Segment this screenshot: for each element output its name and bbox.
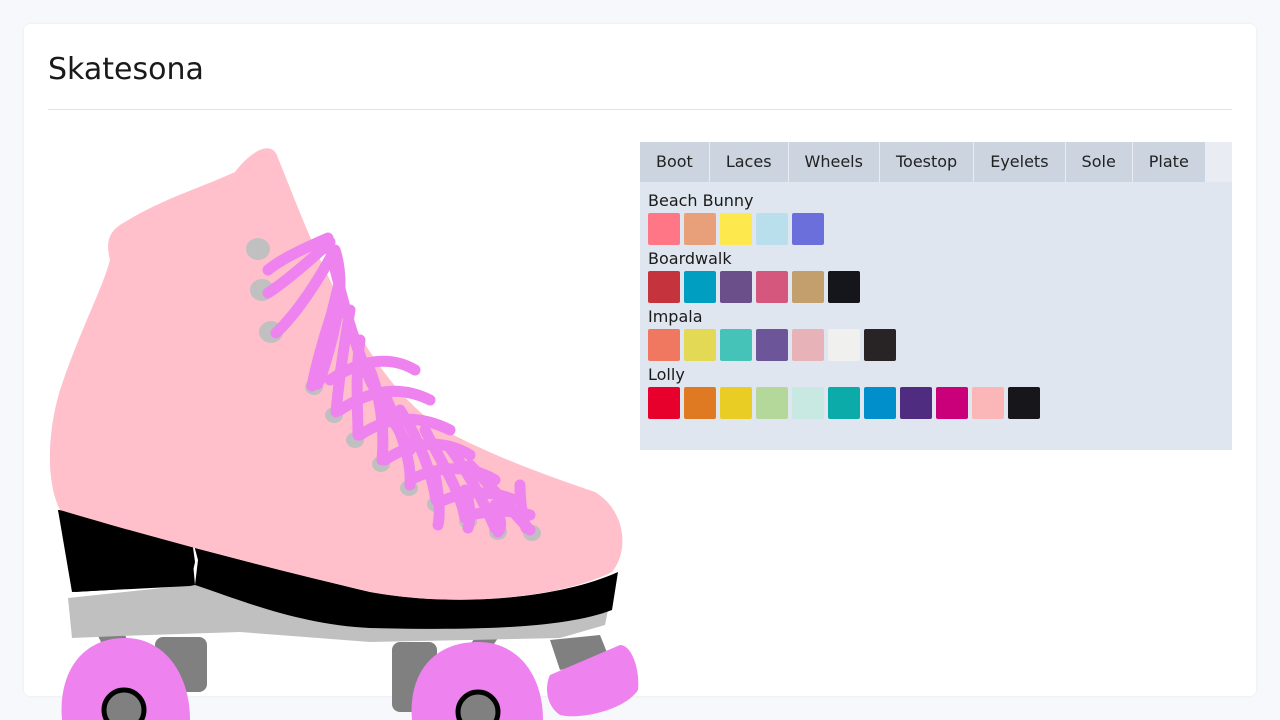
- palette-name: Lolly: [648, 365, 685, 384]
- color-swatch[interactable]: [828, 271, 860, 303]
- color-swatch[interactable]: [828, 387, 860, 419]
- tab-laces[interactable]: Laces: [709, 142, 788, 182]
- palette-name: Beach Bunny: [648, 191, 754, 210]
- color-swatch[interactable]: [684, 387, 716, 419]
- color-swatch[interactable]: [648, 271, 680, 303]
- color-swatch[interactable]: [792, 329, 824, 361]
- color-swatch[interactable]: [756, 213, 788, 245]
- part-tabs: Boot Laces Wheels Toestop Eyelets Sole Plate: [640, 142, 1232, 182]
- palette-list: Beach Bunny Boardwalk Impala Lolly: [640, 182, 1232, 419]
- tab-boot[interactable]: Boot: [640, 142, 709, 182]
- color-swatch[interactable]: [1008, 387, 1040, 419]
- swatch-row: [648, 213, 1224, 245]
- palette-lolly: Lolly: [648, 366, 1224, 419]
- color-swatch[interactable]: [648, 329, 680, 361]
- color-swatch[interactable]: [792, 387, 824, 419]
- tab-wheels[interactable]: Wheels: [788, 142, 879, 182]
- color-swatch[interactable]: [684, 329, 716, 361]
- customize-panel: Boot Laces Wheels Toestop Eyelets Sole Plate B…: [640, 142, 1232, 450]
- color-swatch[interactable]: [648, 213, 680, 245]
- color-swatch[interactable]: [900, 387, 932, 419]
- color-swatch[interactable]: [684, 213, 716, 245]
- color-swatch[interactable]: [720, 213, 752, 245]
- tab-toestop[interactable]: Toestop: [879, 142, 974, 182]
- skate-preview: [49, 148, 639, 720]
- color-swatch[interactable]: [972, 387, 1004, 419]
- page-title: Skatesona: [48, 52, 204, 87]
- color-swatch[interactable]: [720, 271, 752, 303]
- color-swatch[interactable]: [720, 387, 752, 419]
- tab-eyelets[interactable]: Eyelets: [974, 142, 1065, 182]
- title-divider: [48, 109, 1232, 110]
- color-swatch[interactable]: [936, 387, 968, 419]
- swatch-row: [648, 387, 1224, 419]
- color-swatch[interactable]: [792, 271, 824, 303]
- swatch-row: [648, 271, 1224, 303]
- color-swatch[interactable]: [756, 387, 788, 419]
- color-swatch[interactable]: [792, 213, 824, 245]
- tab-sole[interactable]: Sole: [1065, 142, 1132, 182]
- color-swatch[interactable]: [864, 329, 896, 361]
- color-swatch[interactable]: [720, 329, 752, 361]
- palette-beach-bunny: Beach Bunny: [648, 192, 1224, 245]
- palette-name: Impala: [648, 307, 703, 326]
- swatch-row: [648, 329, 1224, 361]
- palette-boardwalk: Boardwalk: [648, 250, 1224, 303]
- palette-name: Boardwalk: [648, 249, 732, 268]
- color-swatch[interactable]: [864, 387, 896, 419]
- color-swatch[interactable]: [648, 387, 680, 419]
- color-swatch[interactable]: [828, 329, 860, 361]
- tab-plate[interactable]: Plate: [1132, 142, 1205, 182]
- palette-impala: Impala: [648, 308, 1224, 361]
- color-swatch[interactable]: [684, 271, 716, 303]
- color-swatch[interactable]: [756, 329, 788, 361]
- color-swatch[interactable]: [756, 271, 788, 303]
